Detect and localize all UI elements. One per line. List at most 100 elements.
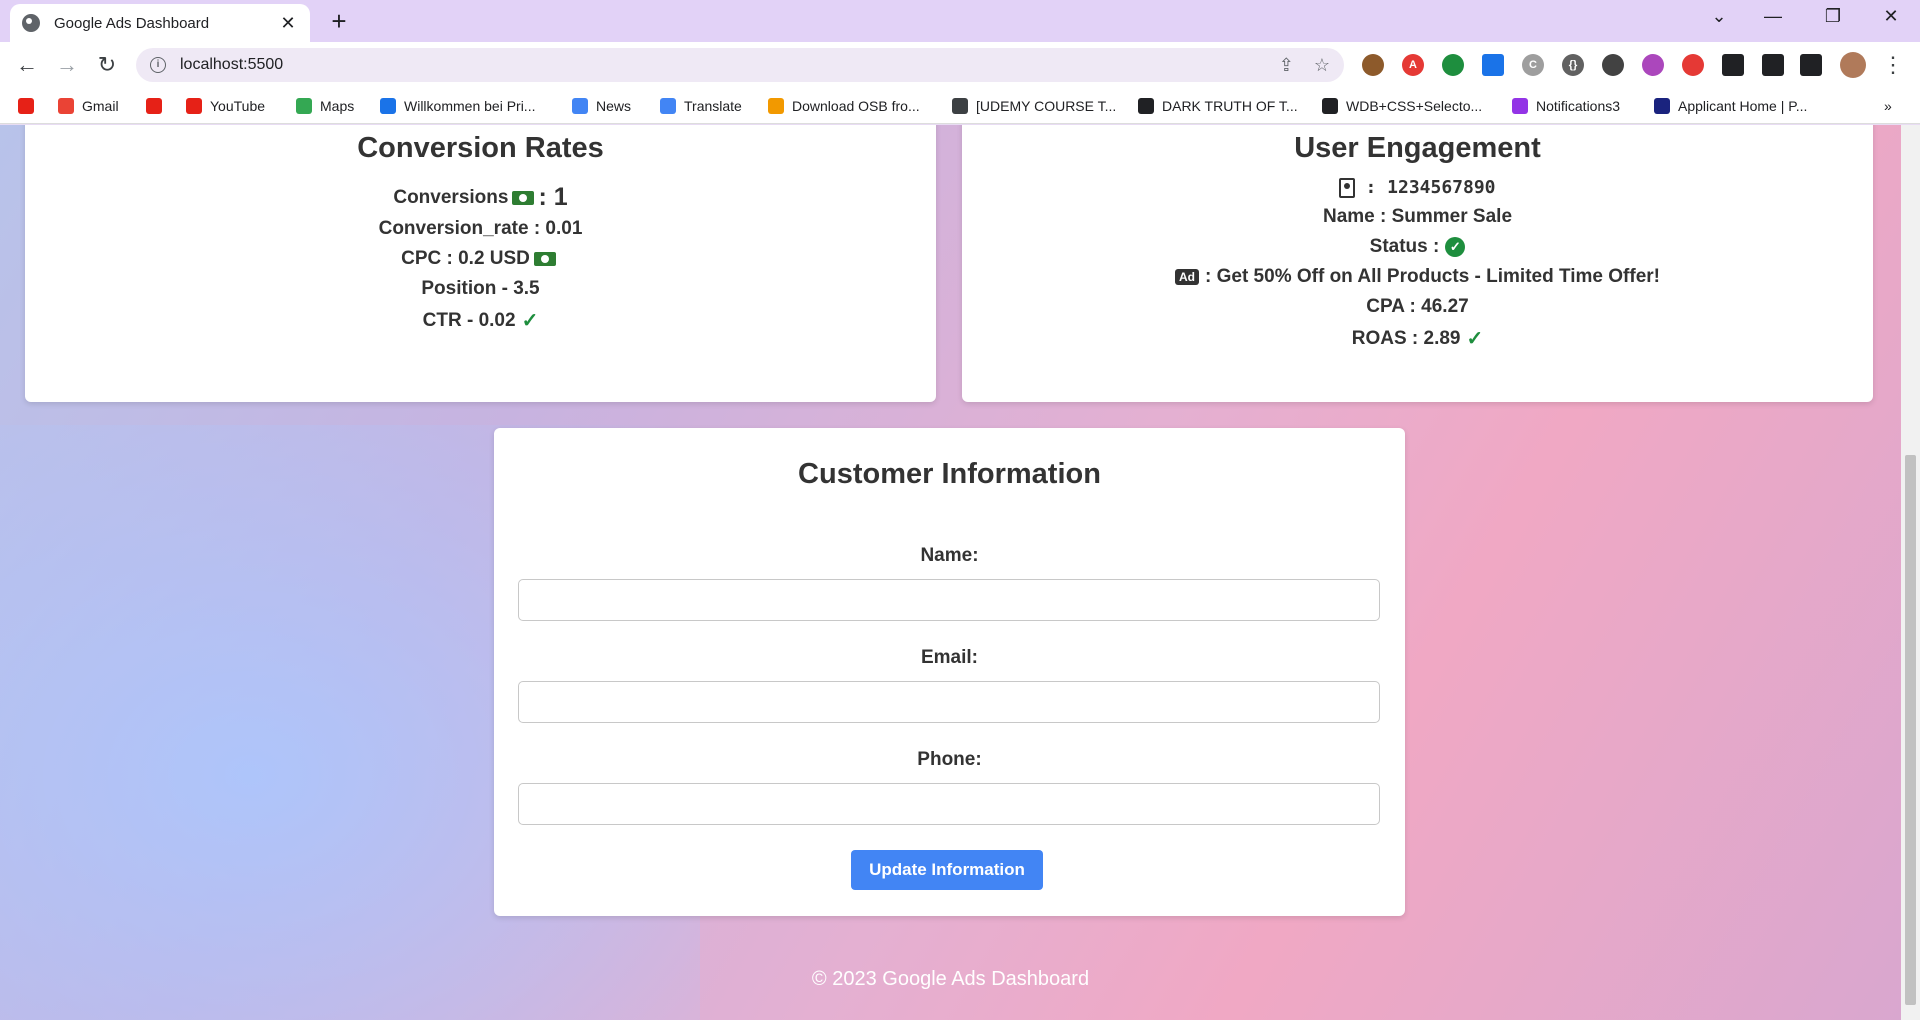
roas-row: ROAS : 2.89 ✓ xyxy=(962,326,1873,351)
download-icon[interactable] xyxy=(1762,54,1784,76)
minimize-button[interactable]: — xyxy=(1758,6,1788,27)
conversion-rate-text: Conversion_rate : 0.01 xyxy=(378,218,583,239)
ctr-text: CTR - 0.02 xyxy=(422,309,516,331)
cpc-text: CPC : 0.2 USD xyxy=(401,248,530,269)
campaign-name-text: Name : Summer Sale xyxy=(1322,206,1513,227)
bookmarks-bar: Gmail YouTube Maps Willkommen bei Pri... New… xyxy=(0,88,1920,124)
name-label: Name: xyxy=(920,545,979,566)
adblock-extension-icon[interactable]: A xyxy=(1402,54,1424,76)
address-bar[interactable]: i localhost:5500 ⇪ ☆ xyxy=(136,48,1344,82)
bookmark-item[interactable] xyxy=(146,96,170,116)
bookmark-label: Willkommen bei Pri... xyxy=(404,98,536,114)
email-label: Email: xyxy=(920,647,979,668)
customer-information-title: Customer Information xyxy=(798,458,1101,490)
puzzle-extensions-icon[interactable] xyxy=(1722,54,1744,76)
status-row: Status : ✓ xyxy=(962,236,1873,258)
bookmark-favicon-icon xyxy=(1322,98,1338,114)
bookmark-favicon-icon xyxy=(1138,98,1154,114)
update-information-button[interactable]: Update Information xyxy=(851,850,1043,890)
bookmark-item[interactable]: Applicant Home | P... xyxy=(1654,96,1807,116)
bookmark-item[interactable]: Download OSB fro... xyxy=(768,96,920,116)
bookmark-label: Notifications3 xyxy=(1536,98,1621,114)
customer-information-card: Customer Information Name: Email: Phone:… xyxy=(494,428,1405,916)
bookmark-favicon-icon xyxy=(186,98,202,114)
bookmark-favicon-icon xyxy=(296,98,312,114)
cpa-text: CPA : 46.27 xyxy=(1366,296,1469,317)
check-icon: ✓ xyxy=(521,310,539,332)
status-label: Status : xyxy=(1369,236,1440,257)
conversions-value: : 1 xyxy=(538,183,568,211)
id-card-icon xyxy=(1339,177,1356,198)
bookmark-item[interactable] xyxy=(18,96,42,116)
restore-button[interactable]: ❐ xyxy=(1818,6,1848,27)
bookmark-label: Download OSB fro... xyxy=(792,98,920,114)
browser-tab[interactable]: Google Ads Dashboard ✕ xyxy=(10,4,310,42)
close-window-button[interactable]: ✕ xyxy=(1876,6,1906,27)
bookmark-item[interactable]: DARK TRUTH OF T... xyxy=(1138,96,1298,116)
position-text: Position - 3.5 xyxy=(421,278,540,299)
bookmark-item[interactable]: WDB+CSS+Selecto... xyxy=(1322,96,1482,116)
conversions-row: Conversions : 1 xyxy=(25,183,936,212)
ctr-row: CTR - 0.02 ✓ xyxy=(25,308,936,333)
bookmark-favicon-icon xyxy=(952,98,968,114)
sound-extension-icon[interactable] xyxy=(1442,54,1464,76)
site-info-icon[interactable]: i xyxy=(150,57,166,73)
forward-icon[interactable]: → xyxy=(52,50,82,80)
scrollbar-thumb[interactable] xyxy=(1905,455,1916,1005)
bookmark-favicon-icon xyxy=(1512,98,1528,114)
bookmark-item[interactable]: Notifications3 xyxy=(1512,96,1620,116)
bookmark-favicon-icon xyxy=(146,98,162,114)
menu-dots-icon[interactable]: ⋮ xyxy=(1878,50,1908,80)
id-value: : 1234567890 xyxy=(1365,177,1496,198)
tab-search-icon[interactable]: ⌄ xyxy=(1704,6,1734,27)
phone-input[interactable] xyxy=(518,783,1380,825)
back-icon[interactable]: ← xyxy=(12,50,42,80)
page-content: Conversion Rates Conversions : 1 Convers… xyxy=(0,125,1901,1020)
name-input[interactable] xyxy=(518,579,1380,621)
bookmark-favicon-icon xyxy=(380,98,396,114)
pen-extension-icon[interactable] xyxy=(1482,54,1504,76)
bookmark-item[interactable]: Willkommen bei Pri... xyxy=(380,96,535,116)
reload-icon[interactable]: ↻ xyxy=(92,50,122,80)
check-icon: ✓ xyxy=(1466,328,1484,350)
broadcast-extension-icon[interactable] xyxy=(1642,54,1664,76)
conversion-rates-card: Conversion Rates Conversions : 1 Convers… xyxy=(25,125,936,402)
new-tab-button[interactable]: + xyxy=(324,6,354,37)
bookmark-item[interactable]: Gmail xyxy=(58,96,119,116)
bookmark-item[interactable]: Translate xyxy=(660,96,742,116)
bookmark-label: YouTube xyxy=(210,98,266,114)
opera-extension-icon[interactable] xyxy=(1682,54,1704,76)
bookmark-label: Maps xyxy=(320,98,355,114)
id-row: : 1234567890 xyxy=(962,177,1873,198)
bookmark-star-icon[interactable]: ☆ xyxy=(1314,55,1330,76)
url-text: localhost:5500 xyxy=(180,56,284,73)
toggle-extension-icon[interactable] xyxy=(1602,54,1624,76)
bookmark-favicon-icon xyxy=(58,98,74,114)
bookmark-item[interactable]: [UDEMY COURSE T... xyxy=(952,96,1116,116)
share-icon[interactable]: ⇪ xyxy=(1279,55,1294,76)
cpc-row: CPC : 0.2 USD xyxy=(25,248,936,270)
cookie-extension-icon[interactable] xyxy=(1362,54,1384,76)
close-tab-icon[interactable]: ✕ xyxy=(278,13,298,34)
bookmark-label: Applicant Home | P... xyxy=(1678,98,1808,114)
conversion-rates-title: Conversion Rates xyxy=(357,132,604,164)
email-input[interactable] xyxy=(518,681,1380,723)
browser-tab-bar: Google Ads Dashboard ✕ + ⌄ — ❐ ✕ xyxy=(0,0,1920,42)
json-extension-icon[interactable]: {} xyxy=(1562,54,1584,76)
status-check-icon: ✓ xyxy=(1445,237,1466,257)
bookmark-item[interactable]: YouTube xyxy=(186,96,265,116)
bookmark-favicon-icon xyxy=(18,98,34,114)
bookmark-item[interactable]: News xyxy=(572,96,631,116)
tab-title: Google Ads Dashboard xyxy=(54,14,210,32)
bookmark-label: News xyxy=(596,98,632,114)
conversions-label: Conversions xyxy=(393,186,509,208)
bookmark-label: Gmail xyxy=(82,98,119,114)
ad-row: Ad : Get 50% Off on All Products - Limit… xyxy=(962,266,1873,288)
profile-avatar[interactable] xyxy=(1840,52,1866,78)
css-extension-icon[interactable]: C xyxy=(1522,54,1544,76)
money-icon xyxy=(533,252,556,266)
more-bookmarks-icon[interactable]: » xyxy=(1884,96,1892,116)
side-panel-icon[interactable] xyxy=(1800,54,1822,76)
bookmark-favicon-icon xyxy=(660,98,676,114)
bookmark-item[interactable]: Maps xyxy=(296,96,354,116)
